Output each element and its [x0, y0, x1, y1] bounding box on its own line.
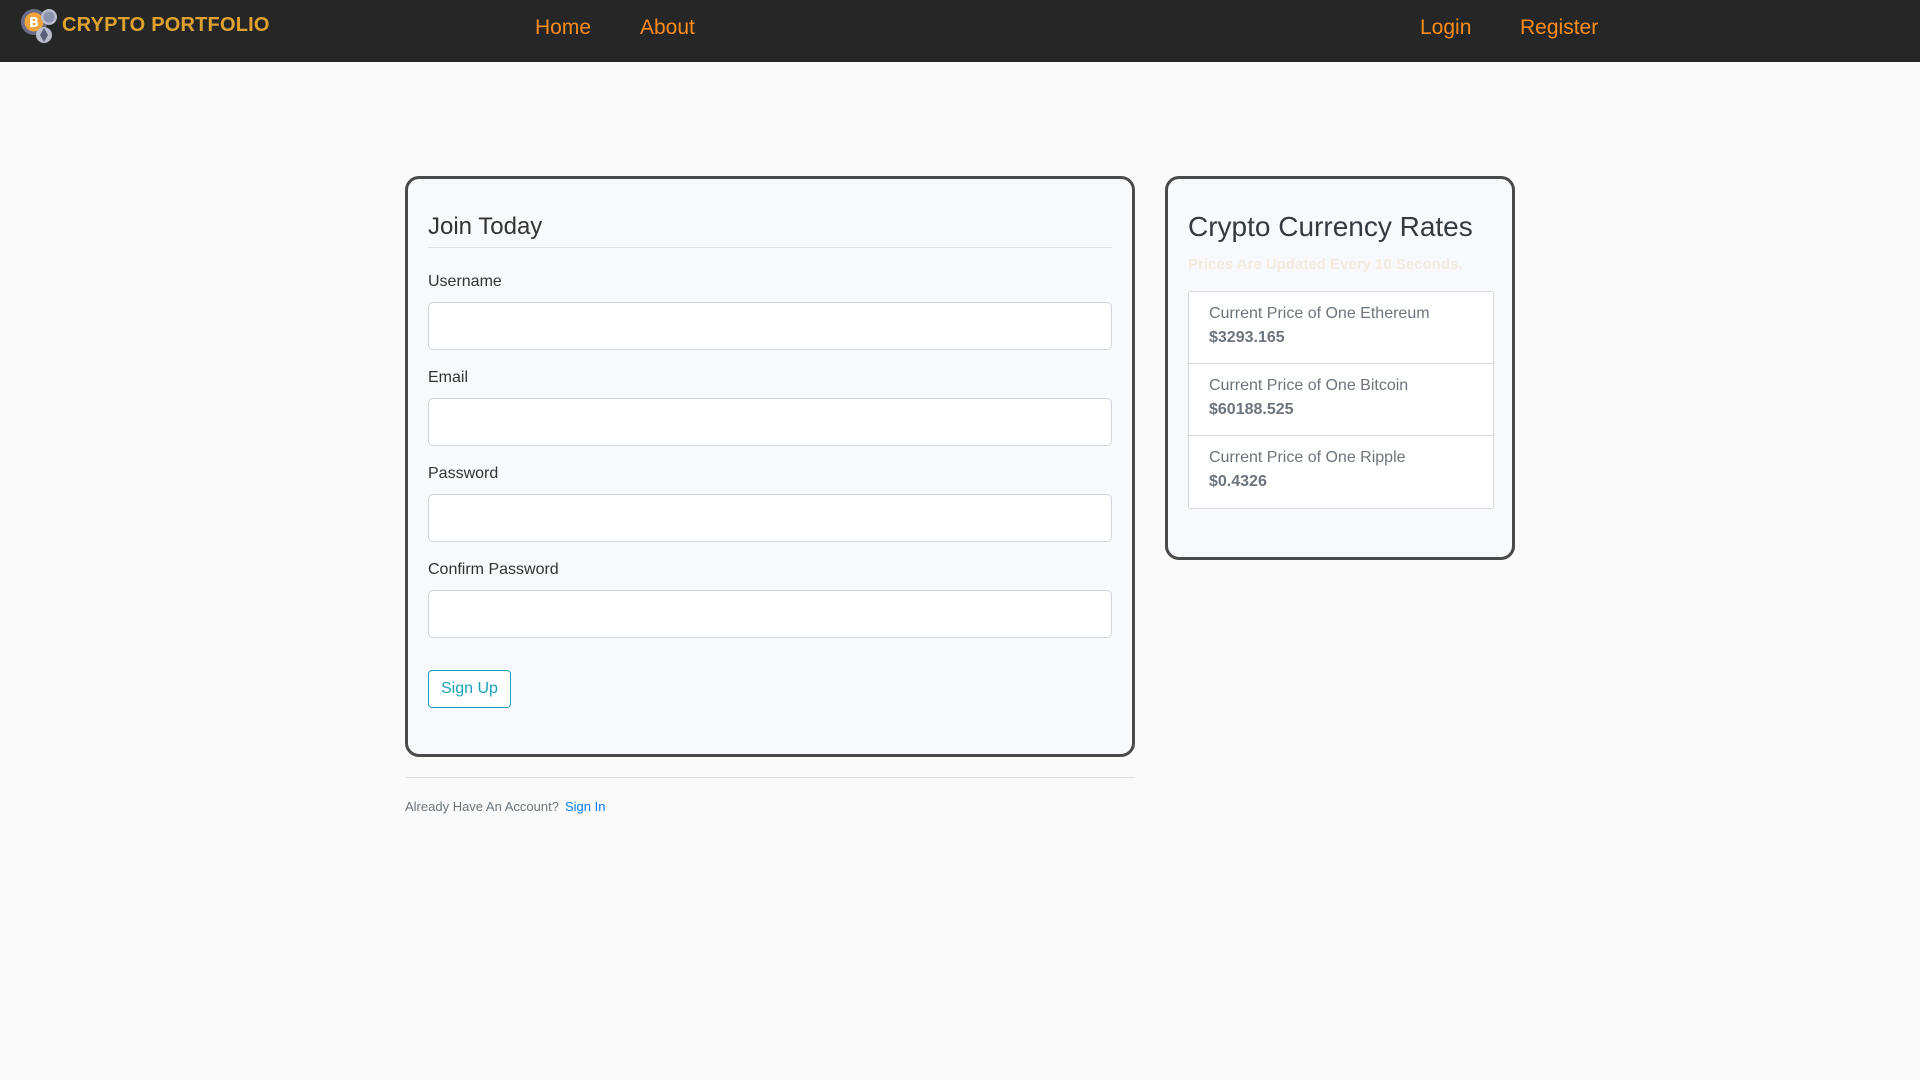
rates-subtitle: Prices Are Updated Every 10 Seconds.: [1188, 256, 1463, 273]
form-legend: Join Today: [428, 213, 1112, 248]
brand[interactable]: B CRYPTO PORTFOLIO: [18, 5, 270, 45]
sign-in-link[interactable]: Sign In: [565, 799, 605, 814]
username-input[interactable]: [428, 302, 1112, 350]
rate-name: Current Price of One Ripple: [1209, 449, 1406, 466]
svg-text:B: B: [29, 16, 39, 31]
crypto-rates-card: Crypto Currency Rates Prices Are Updated…: [1165, 176, 1515, 560]
rate-value: $60188.525: [1209, 401, 1294, 418]
rate-item-bitcoin: Current Price of One Bitcoin $60188.525: [1189, 364, 1493, 436]
confirm-password-label: Confirm Password: [428, 561, 559, 578]
nav-home[interactable]: Home: [535, 16, 591, 40]
brand-name: CRYPTO PORTFOLIO: [62, 13, 270, 36]
rate-value: $3293.165: [1209, 329, 1285, 346]
top-navbar: B CRYPTO PORTFOLIO Home About Login Regi…: [0, 0, 1920, 62]
password-input[interactable]: [428, 494, 1112, 542]
email-input[interactable]: [428, 398, 1112, 446]
sign-up-button[interactable]: Sign Up: [428, 670, 511, 708]
already-have-account-text: Already Have An Account?: [405, 799, 559, 814]
rate-item-ripple: Current Price of One Ripple $0.4326: [1189, 436, 1493, 508]
rate-item-ethereum: Current Price of One Ethereum $3293.165: [1189, 292, 1493, 364]
crypto-coins-icon: B: [18, 4, 60, 46]
footer-divider: [405, 777, 1135, 778]
username-label: Username: [428, 273, 502, 290]
password-label: Password: [428, 465, 499, 482]
nav-about[interactable]: About: [640, 16, 695, 40]
registration-form-card: Join Today Username Email Password Confi…: [405, 176, 1135, 757]
confirm-password-input[interactable]: [428, 590, 1112, 638]
rate-name: Current Price of One Bitcoin: [1209, 377, 1409, 394]
rates-title: Crypto Currency Rates: [1188, 211, 1473, 242]
nav-login[interactable]: Login: [1420, 16, 1471, 40]
email-label: Email: [428, 369, 469, 386]
rates-list: Current Price of One Ethereum $3293.165 …: [1188, 291, 1494, 509]
nav-register[interactable]: Register: [1520, 16, 1598, 40]
rate-value: $0.4326: [1209, 473, 1267, 490]
rate-name: Current Price of One Ethereum: [1209, 305, 1430, 322]
